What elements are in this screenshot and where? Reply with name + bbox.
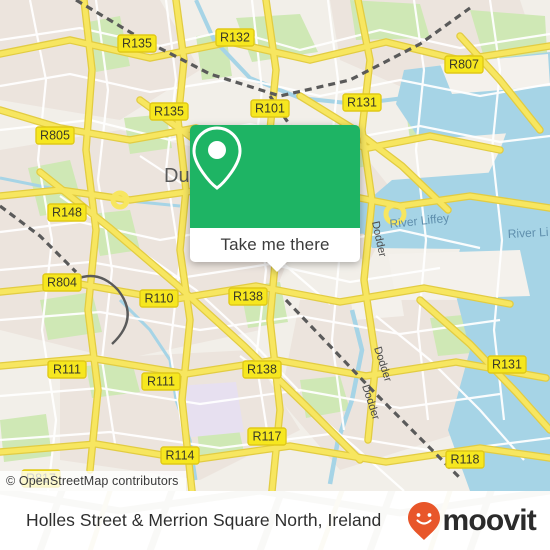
moovit-smiley-pin-icon [408, 501, 441, 540]
road-shield-label: R135 [154, 105, 184, 119]
road-shield-label: R138 [233, 290, 263, 304]
road-shield-label: R117 [253, 430, 282, 444]
road-shield-label: R101 [255, 102, 285, 116]
road-shield-label: R138 [247, 363, 277, 377]
road-shield: R807 [444, 55, 484, 74]
road-shield: R117 [247, 427, 287, 446]
city-label: Du [164, 165, 190, 187]
take-me-there-label: Take me there [220, 235, 330, 254]
place-title: Holles Street & Merrion Square North, Ir… [26, 510, 382, 530]
map-canvas[interactable]: Du River Liffey River Li Dodder Dodder D… [0, 0, 550, 491]
road-shield: R805 [35, 126, 75, 145]
road-shield: R131 [342, 93, 382, 112]
road-shield-label: R804 [47, 276, 77, 290]
road-shield: R132 [215, 28, 255, 47]
popup-pointer-tail [266, 261, 288, 272]
road-shield: R118 [445, 450, 485, 469]
road-shield-label: R807 [449, 58, 479, 72]
moovit-wordmark: moovit [442, 503, 536, 537]
road-shield-label: R114 [166, 449, 195, 463]
road-shield-label: R111 [53, 363, 81, 377]
road-shield: R131 [487, 355, 527, 374]
road-shield: R111 [47, 360, 87, 379]
road-shield-label: R131 [347, 96, 377, 110]
page-footer: Holles Street & Merrion Square North, Ir… [0, 491, 550, 550]
road-shield: R135 [117, 34, 157, 53]
map-pin-icon [192, 126, 242, 190]
road-shield: R101 [250, 99, 290, 118]
moovit-logo[interactable]: moovit [407, 501, 537, 541]
road-shield: R804 [42, 273, 82, 292]
popup-header [190, 125, 360, 228]
popup-action-bar[interactable]: Take me there [190, 228, 360, 262]
road-shield: R114 [160, 446, 200, 465]
map-screenshot: Du River Liffey River Li Dodder Dodder D… [0, 0, 550, 550]
road-shield: R111 [141, 372, 181, 391]
road-shield-label: R111 [147, 375, 175, 389]
road-shield: R138 [242, 360, 282, 379]
road-shield-label: R805 [40, 129, 70, 143]
road-shield: R110 [139, 289, 179, 308]
road-shield: R138 [228, 287, 268, 306]
road-shield-label: R131 [492, 358, 522, 372]
road-shield-label: R148 [52, 206, 82, 220]
road-shield: R135 [149, 102, 189, 121]
road-shield-label: R118 [451, 453, 480, 467]
road-shield-label: R132 [220, 31, 250, 45]
road-shield: R148 [47, 203, 87, 222]
osm-attribution[interactable]: © OpenStreetMap contributors [0, 471, 186, 491]
water-label: River Li [507, 225, 548, 241]
road-shield-label: R110 [145, 292, 174, 306]
location-popup[interactable]: Take me there [190, 125, 360, 272]
road-shield-label: R135 [122, 37, 152, 51]
